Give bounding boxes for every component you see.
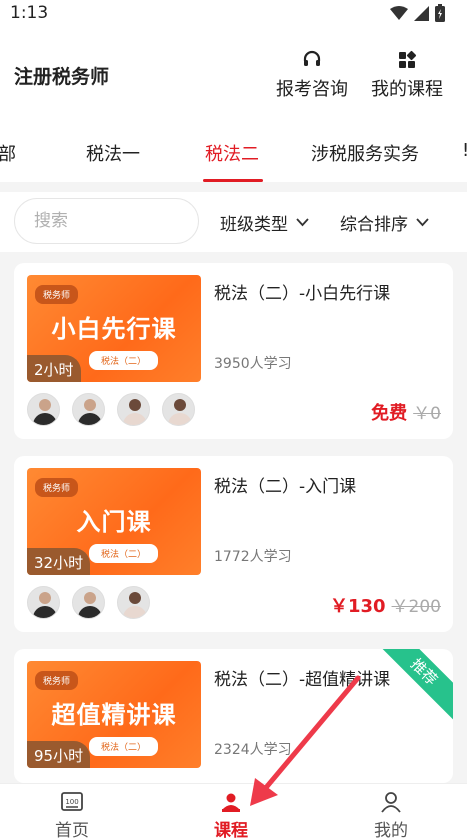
- course-card[interactable]: 税务师 超值精讲课 税法（二） 95小时 税法（二）-超值精讲课 2324人学习…: [14, 649, 453, 783]
- search-input[interactable]: [15, 199, 198, 243]
- header: 注册税务师 报考咨询 我的课程: [0, 28, 467, 122]
- status-icons: [390, 4, 445, 22]
- sort-dropdown[interactable]: 综合排序: [340, 210, 429, 235]
- page-title: 注册税务师: [14, 66, 110, 88]
- thumb-tag: 税务师: [35, 478, 79, 497]
- avatar: [27, 393, 60, 426]
- nav-course-label: 课程: [214, 821, 248, 840]
- nav-mine-label: 我的: [374, 821, 408, 840]
- class-type-label: 班级类型: [220, 215, 288, 235]
- original-price: ￥200: [391, 597, 441, 617]
- course-icon: [222, 793, 240, 812]
- course-hours: 95小时: [27, 741, 91, 768]
- thumb-title: 入门课: [76, 508, 152, 536]
- price: ￥130 ￥200: [330, 592, 441, 618]
- my-courses-button[interactable]: 我的课程: [371, 50, 443, 101]
- class-type-dropdown[interactable]: 班级类型: [220, 210, 309, 235]
- course-card[interactable]: 税务师 小白先行课 税法（二） 2小时 税法（二）-小白先行课 3950人学习 …: [14, 263, 453, 439]
- grid-icon: [399, 50, 417, 68]
- chevron-down-icon: [296, 218, 309, 227]
- teacher-avatars: [27, 586, 150, 619]
- tab-partial-right[interactable]: !: [462, 140, 467, 161]
- nav-home[interactable]: 100 首页: [55, 790, 89, 840]
- course-thumbnail: 税务师 入门课 税法（二） 32小时: [27, 468, 201, 575]
- thumb-tag: 税务师: [35, 671, 79, 690]
- avatar: [27, 586, 60, 619]
- search-box: [14, 198, 199, 244]
- thumb-title: 小白先行课: [51, 315, 177, 343]
- learner-count: 1772人学习: [214, 549, 292, 565]
- original-price: ￥0: [413, 404, 441, 424]
- thumb-subject: 税法（二）: [89, 544, 159, 563]
- tab-tax-services[interactable]: 涉税服务实务: [311, 140, 419, 166]
- chevron-down-icon: [416, 218, 429, 227]
- price: 免费 ￥0: [371, 399, 441, 425]
- active-tab-indicator: [203, 179, 263, 182]
- learner-count: 2324人学习: [214, 742, 292, 758]
- course-thumbnail: 税务师 超值精讲课 税法（二） 95小时: [27, 661, 201, 768]
- course-card[interactable]: 税务师 入门课 税法（二） 32小时 税法（二）-入门课 1772人学习 ￥13…: [14, 456, 453, 632]
- sort-label: 综合排序: [340, 215, 408, 235]
- avatar: [117, 393, 150, 426]
- consult-label: 报考咨询: [276, 79, 348, 100]
- course-hours: 32小时: [27, 548, 91, 575]
- current-price: 免费: [371, 403, 408, 424]
- bottom-nav: 100 首页 课程 我的: [0, 783, 467, 840]
- consult-button[interactable]: 报考咨询: [276, 50, 348, 101]
- avatar: [117, 586, 150, 619]
- tab-tax-law-1[interactable]: 税法一: [86, 140, 140, 166]
- course-title: 税法（二）-入门课: [214, 477, 357, 497]
- thumb-title: 超值精讲课: [51, 701, 177, 729]
- course-thumbnail: 税务师 小白先行课 税法（二） 2小时: [27, 275, 201, 382]
- headset-icon: [303, 50, 321, 66]
- status-bar: 1:13: [0, 0, 467, 28]
- learner-count: 3950人学习: [214, 356, 292, 372]
- nav-home-label: 首页: [55, 821, 89, 840]
- nav-course[interactable]: 课程: [214, 790, 248, 840]
- current-price: ￥130: [329, 596, 386, 617]
- nav-mine[interactable]: 我的: [374, 790, 408, 840]
- thumb-subject: 税法（二）: [89, 737, 159, 756]
- home-icon: 100: [61, 792, 83, 811]
- svg-text:100: 100: [65, 798, 78, 806]
- thumb-subject: 税法（二）: [89, 351, 159, 370]
- signal-icon: [414, 5, 429, 21]
- battery-icon: [435, 4, 445, 22]
- tab-partial-left[interactable]: 部: [0, 140, 16, 166]
- tab-tax-law-2[interactable]: 税法二: [205, 140, 259, 166]
- status-time: 1:13: [10, 3, 49, 23]
- course-title: 税法（二）-超值精讲课: [214, 670, 391, 690]
- wifi-icon: [390, 5, 408, 20]
- avatar: [72, 393, 105, 426]
- my-courses-label: 我的课程: [371, 79, 443, 100]
- avatar: [72, 586, 105, 619]
- course-title: 税法（二）-小白先行课: [214, 284, 391, 304]
- avatar: [162, 393, 195, 426]
- thumb-tag: 税务师: [35, 285, 79, 304]
- course-hours: 2小时: [27, 355, 81, 382]
- profile-icon: [381, 792, 401, 813]
- subject-tabs: 部 税法一 税法二 涉税服务实务 !: [0, 122, 467, 182]
- filter-bar: 班级类型 综合排序: [0, 192, 467, 252]
- teacher-avatars: [27, 393, 195, 426]
